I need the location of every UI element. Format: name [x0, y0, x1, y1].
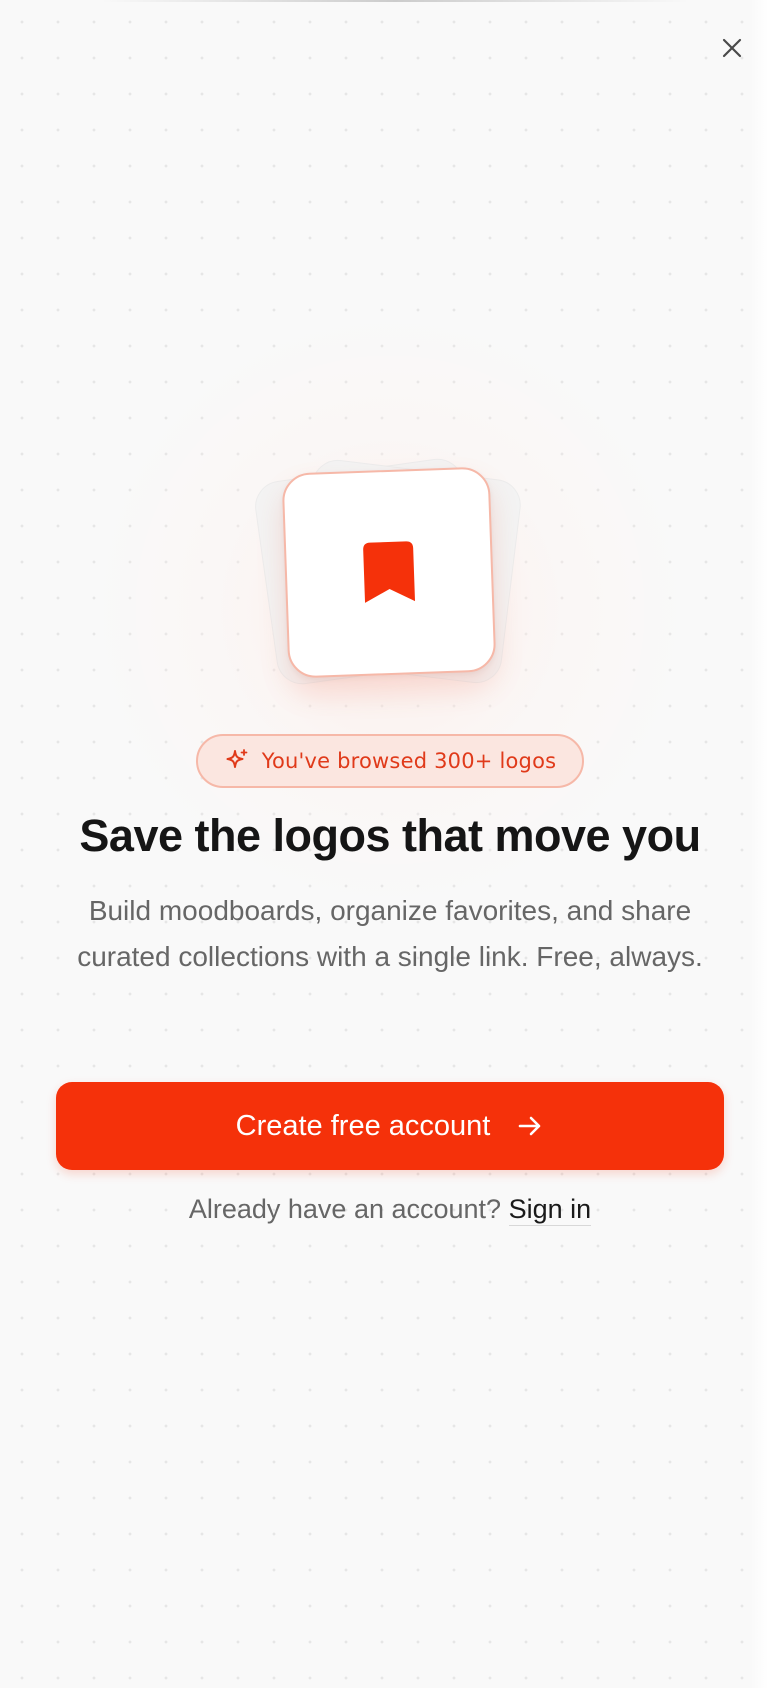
bookmark-icon [363, 540, 415, 603]
close-icon [722, 38, 742, 58]
arrow-right-icon [519, 1116, 541, 1136]
badge-text: You've browsed 300+ logos [261, 749, 557, 773]
signin-prompt: Already have an account? [188, 1194, 502, 1224]
sparkle-icon [226, 749, 248, 768]
card-front [281, 466, 497, 679]
signin-link[interactable]: Sign in [508, 1194, 592, 1226]
headline: Save the logos that move you [79, 810, 701, 861]
description: Build moodboards, organize favorites, an… [77, 895, 703, 972]
top-divider [100, 0, 690, 2]
signin-row: Already have an account? Sign in [20, 1194, 760, 1226]
hero-illustration [250, 455, 530, 705]
browse-count-badge: You've browsed 300+ logos [196, 734, 584, 788]
create-account-label: Create free account [235, 1109, 491, 1142]
close-button[interactable] [712, 28, 752, 68]
create-account-button[interactable]: Create free account [56, 1082, 724, 1170]
signup-modal-screen: You've browsed 300+ logos Save the logos… [0, 0, 780, 1688]
